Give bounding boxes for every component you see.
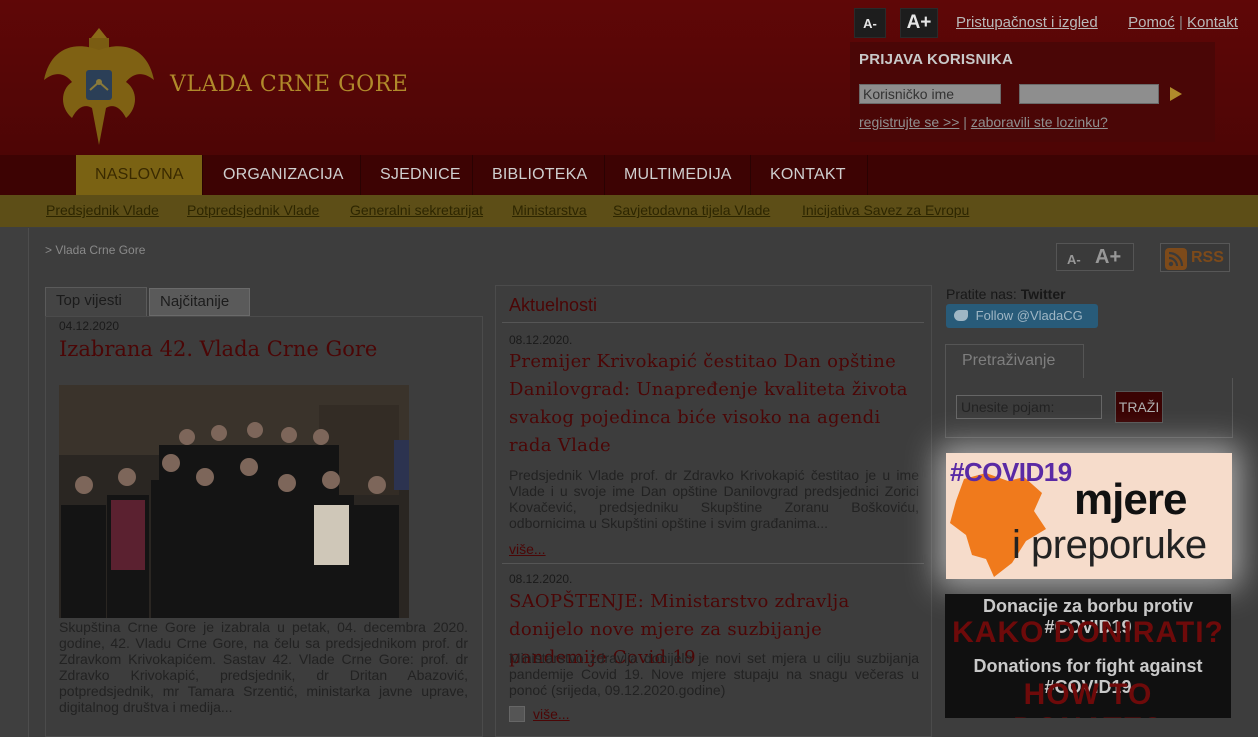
search-button[interactable]: TRAŽI: [1115, 391, 1163, 423]
news-date: 08.12.2020.: [509, 572, 573, 586]
covid-line2: i preporuke: [1012, 523, 1207, 567]
rss-icon: [1165, 248, 1187, 270]
top-news-text: Skupština Crne Gore je izabrala u petak,…: [59, 619, 468, 715]
main-nav: NASLOVNA ORGANIZACIJA SJEDNICE BIBLIOTEK…: [0, 155, 1258, 195]
content-font-increase-button[interactable]: A+: [1095, 246, 1121, 269]
top-links: Pristupačnost i izgled Pomoć | Kontakt: [956, 14, 1238, 31]
news-more-link[interactable]: više...: [533, 706, 570, 722]
twitter-bird-icon: [954, 310, 968, 321]
news-divider: [502, 563, 924, 564]
password-input[interactable]: [1019, 84, 1159, 104]
link-separator: |: [963, 114, 967, 130]
subnav-savjetodavna-tijela[interactable]: Savjetodavna tijela Vlade: [613, 202, 770, 218]
subnav-ministarstva[interactable]: Ministarstva: [512, 202, 587, 218]
login-title: PRIJAVA KORISNIKA: [859, 51, 1013, 68]
subnav-predsjednik[interactable]: Predsjednik Vlade: [46, 202, 159, 218]
login-panel: PRIJAVA KORISNIKA Korisničko ime registr…: [850, 42, 1215, 142]
government-group-photo[interactable]: [59, 385, 409, 618]
follow-us: Pratite nas: Twitter: [946, 286, 1066, 302]
site-header: VLADA CRNE GORE A- A+ Pristupačnost i iz…: [0, 0, 1258, 155]
content-font-size: A- A+: [1056, 243, 1134, 271]
covid-tag: #COVID19: [950, 457, 1072, 487]
donate-line4: HOW TO DONATE?: [1013, 678, 1162, 718]
twitter-follow-button[interactable]: Follow @VladaCG: [946, 304, 1098, 328]
tab-top-vijesti[interactable]: Top vijesti: [45, 287, 147, 317]
news-title[interactable]: Premijer Krivokapić čestitao Dan opštine…: [509, 348, 919, 460]
tab-search[interactable]: Pretraživanje: [945, 344, 1084, 379]
subnav-generalni-sekretarijat[interactable]: Generalni sekretarijat: [350, 202, 483, 218]
nav-item-kontakt[interactable]: KONTAKT: [751, 155, 868, 195]
font-decrease-button[interactable]: A-: [854, 8, 886, 38]
subnav-potpredsjednik[interactable]: Potpredsjednik Vlade: [187, 202, 319, 218]
nav-item-biblioteka[interactable]: BIBLIOTEKA: [473, 155, 605, 195]
news-divider: [502, 322, 924, 323]
nav-item-multimedija[interactable]: MULTIMEDIJA: [605, 155, 751, 195]
follow-label: Pratite nas:: [946, 286, 1017, 302]
top-news-date: 04.12.2020: [59, 319, 120, 333]
covid-line1: mjere: [1074, 475, 1187, 524]
covid-measures-banner[interactable]: #COVID19 mjere i preporuke: [946, 453, 1232, 579]
sub-nav: Predsjednik Vlade Potpredsjednik Vlade G…: [0, 195, 1258, 227]
nav-item-organizacija[interactable]: ORGANIZACIJA: [203, 155, 361, 195]
rss-button[interactable]: RSS: [1160, 243, 1230, 272]
font-increase-button[interactable]: A+: [900, 8, 938, 38]
login-links: registrujte se >> | zaboravili ste lozin…: [859, 114, 1108, 130]
username-input[interactable]: Korisničko ime: [859, 84, 1001, 104]
forgot-password-link[interactable]: zaboravili ste lozinku?: [971, 114, 1108, 130]
film-icon: [509, 706, 525, 722]
news-heading: Aktuelnosti: [509, 295, 598, 315]
register-link[interactable]: registrujte se >>: [859, 114, 959, 130]
breadcrumb[interactable]: > Vlada Crne Gore: [45, 243, 145, 257]
content-font-decrease-button[interactable]: A-: [1067, 252, 1081, 267]
nav-item-naslovna[interactable]: NASLOVNA: [76, 155, 203, 195]
follow-network: Twitter: [1020, 286, 1066, 302]
news-text: Ministarstvo zdravlja donijelo je novi s…: [509, 650, 919, 698]
search-input[interactable]: Unesite pojam:: [956, 395, 1102, 419]
donate-line2: KAKO DONIRATI?: [952, 616, 1224, 649]
help-link[interactable]: Pomoć: [1128, 14, 1175, 31]
contact-link[interactable]: Kontakt: [1187, 14, 1238, 31]
tab-najcitanije[interactable]: Najčitanije: [149, 288, 250, 316]
top-news-title[interactable]: Izabrana 42. Vlada Crne Gore: [59, 337, 377, 361]
accessibility-link[interactable]: Pristupačnost i izgled: [956, 14, 1098, 31]
link-separator: |: [1178, 14, 1183, 31]
news-date: 08.12.2020.: [509, 333, 573, 347]
site-title[interactable]: VLADA CRNE GORE: [170, 72, 408, 97]
news-more-link[interactable]: više...: [509, 541, 546, 557]
subnav-savez-za-evropu[interactable]: Inicijativa Savez za Evropu: [802, 202, 969, 218]
rss-label: RSS: [1191, 249, 1224, 266]
nav-item-sjednice[interactable]: SJEDNICE: [361, 155, 473, 195]
coat-of-arms-logo[interactable]: [42, 20, 157, 150]
login-submit-arrow-icon[interactable]: [1170, 87, 1182, 101]
news-text: Predsjednik Vlade prof. dr Zdravko Krivo…: [509, 467, 919, 531]
twitter-follow-label: Follow @VladaCG: [975, 308, 1083, 323]
donation-banner[interactable]: Donacije za borbu protiv #COVID19 KAKO D…: [945, 594, 1231, 718]
